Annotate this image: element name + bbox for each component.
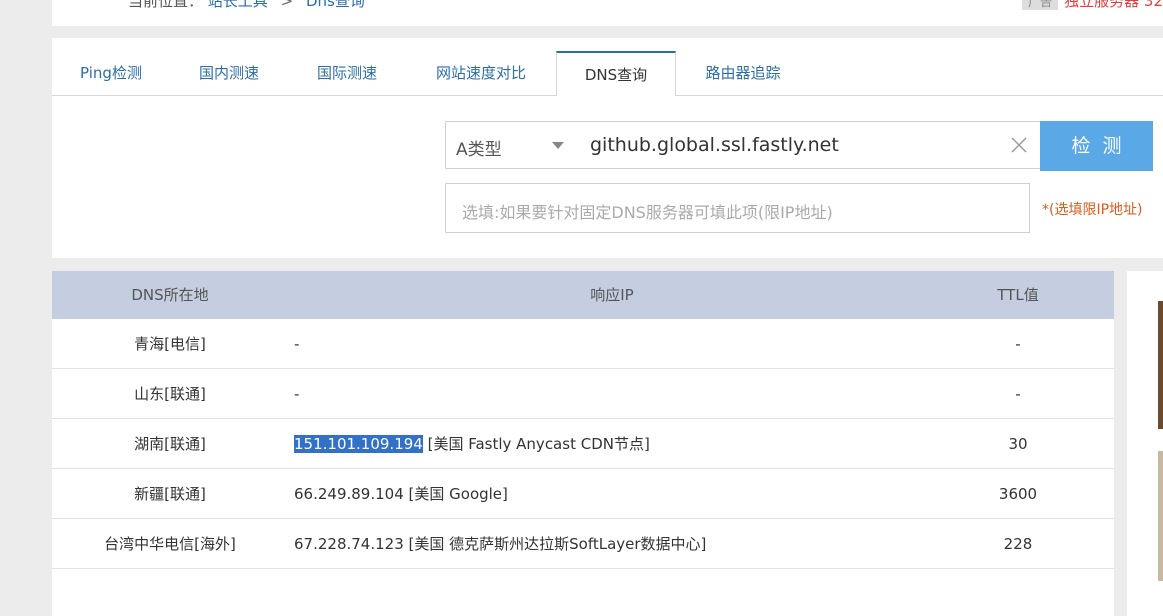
row-ttl: 228	[1003, 535, 1033, 553]
row-ip-note: [美国 Fastly Anycast CDN节点]	[422, 435, 650, 453]
tab-dns-query[interactable]: DNS查询	[556, 51, 676, 96]
row-ip: 151.101.109.194 [美国 Fastly Anycast CDN节点…	[294, 419, 894, 469]
row-ttl: -	[1015, 335, 1021, 353]
table-row: 新疆[联通] 66.249.89.104 [美国 Google] 3600	[52, 469, 1114, 519]
side-ad-image[interactable]	[1158, 301, 1163, 429]
check-button[interactable]: 检测	[1040, 121, 1153, 171]
table-header: DNS所在地 响应IP TTL值	[52, 271, 1114, 319]
row-ip-value-selected[interactable]: 151.101.109.194	[294, 435, 423, 453]
ad-link[interactable]: 独立服务器 32	[1064, 0, 1163, 10]
row-location: 新疆[联通]	[134, 485, 206, 503]
side-ad-image[interactable]	[1158, 451, 1163, 581]
tool-tabs: Ping检测 国内测速 国际测速 网站速度对比 DNS查询 路由器追踪	[52, 38, 1163, 96]
row-ttl: 30	[1008, 435, 1028, 453]
column-header-ttl: TTL值	[997, 286, 1039, 304]
tab-domestic-speed[interactable]: 国内测速	[170, 51, 288, 95]
record-type-value: A类型	[456, 140, 502, 160]
results-table: DNS所在地 响应IP TTL值 青海[电信] - - 山东[联通] - - 湖…	[52, 271, 1114, 616]
row-ip: -	[294, 369, 894, 419]
host-input-value: github.global.ssl.fastly.net	[590, 134, 839, 156]
table-row: 山东[联通] - -	[52, 369, 1114, 419]
tab-site-speed-compare[interactable]: 网站速度对比	[406, 51, 556, 95]
row-ip-value: -	[294, 385, 300, 403]
row-ip-value: 67.228.74.123	[294, 535, 404, 553]
row-ip: 67.228.74.123 [美国 德克萨斯州达拉斯SoftLayer数据中心]	[294, 519, 894, 569]
row-location: 青海[电信]	[134, 335, 206, 353]
dns-tool-card: Ping检测 国内测速 国际测速 网站速度对比 DNS查询 路由器追踪 A类型 …	[52, 38, 1163, 258]
tab-international-speed[interactable]: 国际测速	[288, 51, 406, 95]
table-row: 青海[电信] - -	[52, 319, 1114, 369]
ad-tag: 广告	[1022, 0, 1059, 10]
breadcrumb-prefix: 当前位置：	[128, 0, 204, 10]
breadcrumb: 当前位置： 站长工具 > Dns查询	[128, 0, 365, 11]
tab-route-trace[interactable]: 路由器追踪	[676, 51, 810, 95]
dns-server-placeholder: 选填:如果要针对固定DNS服务器可填此项(限IP地址)	[462, 203, 833, 222]
row-ip-note: [美国 德克萨斯州达拉斯SoftLayer数据中心]	[403, 535, 707, 553]
row-ttl: -	[1015, 385, 1021, 403]
side-panel	[1127, 271, 1163, 616]
column-header-ip: 响应IP	[590, 286, 634, 304]
dns-server-note: *(选填限IP地址)	[1042, 202, 1143, 218]
row-ip-note: [美国 Google]	[403, 485, 508, 503]
row-ip-value: 66.249.89.104	[294, 485, 404, 503]
host-input[interactable]: github.global.ssl.fastly.net	[576, 121, 1041, 169]
tab-ping[interactable]: Ping检测	[52, 51, 170, 95]
table-row: 湖南[联通] 151.101.109.194 [美国 Fastly Anycas…	[52, 419, 1114, 469]
row-ttl: 3600	[998, 485, 1038, 503]
row-ip-value: -	[294, 335, 300, 353]
row-location: 台湾中华电信[海外]	[104, 535, 236, 553]
close-icon[interactable]	[1010, 136, 1028, 154]
row-location: 山东[联通]	[134, 385, 206, 403]
top-strip: 当前位置： 站长工具 > Dns查询 广告 独立服务器 32	[52, 0, 1163, 26]
dns-server-input[interactable]: 选填:如果要针对固定DNS服务器可填此项(限IP地址)	[445, 183, 1030, 233]
top-right-ad[interactable]: 广告 独立服务器 32	[1022, 0, 1163, 11]
record-type-select[interactable]: A类型	[445, 121, 577, 169]
row-location: 湖南[联通]	[134, 435, 206, 453]
breadcrumb-separator: >	[280, 0, 294, 10]
row-ip: 66.249.89.104 [美国 Google]	[294, 469, 894, 519]
breadcrumb-item-dns[interactable]: Dns查询	[306, 0, 365, 10]
row-ip: -	[294, 319, 894, 369]
table-row: 台湾中华电信[海外] 67.228.74.123 [美国 德克萨斯州达拉斯Sof…	[52, 519, 1114, 569]
column-header-location: DNS所在地	[131, 286, 209, 304]
breadcrumb-item-tools[interactable]: 站长工具	[208, 0, 268, 10]
chevron-down-icon	[552, 142, 564, 149]
